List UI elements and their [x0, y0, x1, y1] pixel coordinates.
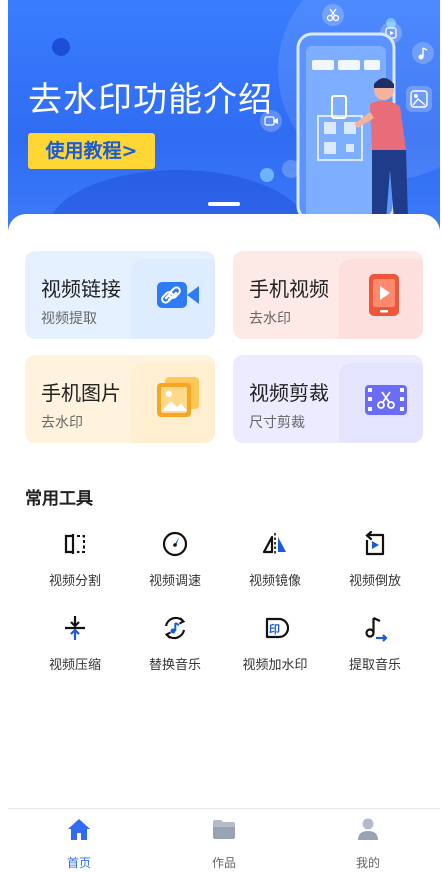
card-title: 视频链接 [41, 277, 121, 301]
extract-music-icon [365, 617, 388, 642]
speed-dial-icon [162, 531, 188, 557]
nav-label: 作品 [211, 856, 236, 870]
carousel-indicator [224, 202, 240, 206]
nav-mine[interactable]: 我的 [323, 817, 413, 870]
scissors-film-icon [365, 385, 407, 415]
phone-person-illustration [296, 32, 408, 220]
svg-text:印: 印 [269, 623, 280, 636]
card-phone-image[interactable]: 手机图片 去水印 [25, 355, 215, 443]
tool-label: 提取音乐 [348, 658, 401, 673]
nav-works[interactable]: 作品 [179, 817, 269, 870]
card-video-crop[interactable]: 视频剪裁 尺寸剪裁 [233, 355, 423, 443]
home-icon [68, 819, 90, 840]
card-title: 手机视频 [249, 277, 329, 301]
tools-section-title: 常用工具 [25, 489, 93, 509]
nav-home[interactable]: 首页 [34, 817, 124, 870]
card-video-link[interactable]: 视频链接 视频提取 [25, 251, 215, 339]
tool-label: 视频调速 [148, 574, 201, 589]
tool-video-compress[interactable]: 视频压缩 [25, 614, 125, 684]
tool-label: 替换音乐 [148, 658, 201, 673]
tool-video-speed[interactable]: 视频调速 [125, 530, 225, 600]
promo-banner[interactable]: 去水印功能介绍 使用教程> [8, 0, 440, 230]
tool-label: 视频倒放 [348, 574, 401, 589]
nav-label: 首页 [66, 856, 91, 870]
tool-video-split[interactable]: 视频分割 [25, 530, 125, 600]
tutorial-button[interactable]: 使用教程> [28, 133, 155, 169]
card-title: 手机图片 [41, 381, 121, 405]
card-subtitle: 去水印 [41, 415, 83, 431]
split-icon [64, 534, 85, 554]
play-phone-icon [369, 274, 399, 316]
card-subtitle: 去水印 [249, 311, 291, 327]
card-phone-video[interactable]: 手机视频 去水印 [233, 251, 423, 339]
tool-video-reverse[interactable]: 视频倒放 [325, 530, 425, 600]
compress-icon [65, 616, 85, 640]
tool-video-mirror[interactable]: 视频镜像 [225, 530, 325, 600]
card-title: 视频剪裁 [249, 381, 329, 405]
mirror-icon [262, 533, 286, 555]
tool-extract-music[interactable]: 提取音乐 [325, 614, 425, 684]
tool-label: 视频加水印 [242, 658, 308, 673]
image-icon [157, 377, 199, 417]
card-subtitle: 视频提取 [41, 311, 97, 327]
nav-label: 我的 [355, 856, 380, 870]
card-subtitle: 尺寸剪裁 [249, 415, 305, 431]
tool-label: 视频镜像 [248, 574, 301, 589]
banner-decoration [52, 38, 70, 56]
rewind-play-icon [365, 530, 385, 556]
banner-title: 去水印功能介绍 [28, 80, 273, 120]
user-icon [358, 818, 378, 840]
tool-replace-music[interactable]: 替换音乐 [125, 614, 225, 684]
add-watermark-icon: 印 [265, 617, 289, 639]
tool-add-watermark[interactable]: 印 视频加水印 [225, 614, 325, 684]
link-icon [157, 282, 199, 308]
tool-label: 视频压缩 [48, 658, 101, 673]
tool-label: 视频分割 [48, 574, 101, 589]
bottom-navigation: 首页 作品 我的 [8, 808, 440, 873]
folder-icon [213, 820, 235, 839]
replace-music-icon [164, 616, 186, 640]
